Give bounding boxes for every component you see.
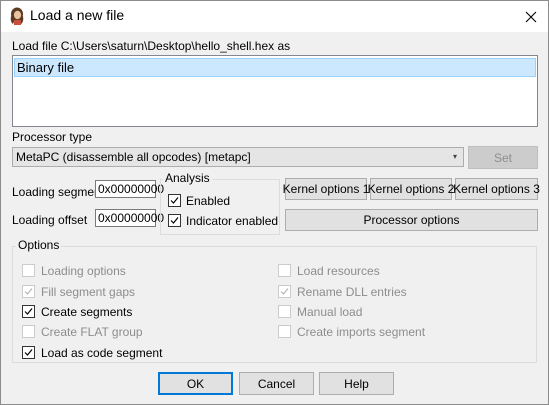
file-format-list[interactable]: Binary file: [12, 55, 538, 127]
loading-segment-label: Loading segment: [12, 185, 105, 199]
create-flat-group-checkbox[interactable]: [22, 325, 35, 338]
load-file-dialog: Load a new file Load file C:\Users\satur…: [0, 0, 549, 405]
cancel-button[interactable]: Cancel: [239, 372, 314, 395]
ok-button[interactable]: OK: [158, 372, 233, 395]
processor-type-value: MetaPC (disassemble all opcodes) [metapc…: [16, 150, 251, 164]
loading-offset-input[interactable]: 0x00000000: [95, 209, 164, 227]
close-icon: [525, 11, 536, 22]
load-as-code-segment-checkbox[interactable]: [22, 346, 35, 359]
kernel-options-1-button[interactable]: Kernel options 1: [283, 178, 369, 200]
checkmark-icon: [24, 349, 33, 356]
close-button[interactable]: [513, 1, 548, 32]
create-flat-group-label: Create FLAT group: [41, 325, 143, 339]
processor-type-select[interactable]: MetaPC (disassemble all opcodes) [metapc…: [12, 147, 464, 167]
list-item[interactable]: Binary file: [14, 58, 536, 77]
analysis-enabled-label: Enabled: [186, 194, 231, 208]
create-segments-checkbox[interactable]: [22, 305, 35, 318]
kernel-options-2-button[interactable]: Kernel options 2: [368, 178, 454, 200]
indicator-enabled-checkbox[interactable]: [168, 214, 181, 227]
set-button[interactable]: Set: [468, 146, 538, 169]
checkmark-icon: [280, 288, 289, 295]
rename-dll-entries-label: Rename DLL entries: [297, 285, 407, 299]
manual-load-label: Manual load: [297, 305, 363, 319]
checkmark-icon: [170, 197, 179, 204]
rename-dll-entries-checkbox[interactable]: [278, 285, 291, 298]
fill-segment-gaps-checkbox[interactable]: [22, 285, 35, 298]
fill-segment-gaps-label: Fill segment gaps: [41, 285, 136, 299]
manual-load-checkbox[interactable]: [278, 305, 291, 318]
loading-options-label: Loading options: [41, 264, 126, 278]
indicator-enabled-label: Indicator enabled: [186, 214, 279, 228]
checkmark-icon: [170, 217, 179, 224]
loading-offset-label: Loading offset: [12, 213, 88, 227]
create-segments-label: Create segments: [41, 305, 133, 319]
load-as-code-segment-label: Load as code segment: [41, 346, 163, 360]
load-file-label: Load file C:\Users\saturn\Desktop\hello_…: [12, 39, 291, 53]
checkmark-icon: [24, 308, 33, 315]
processor-options-button[interactable]: Processor options: [285, 209, 538, 231]
checkmark-icon: [24, 288, 33, 295]
app-icon: [9, 7, 25, 25]
load-resources-label: Load resources: [297, 264, 380, 278]
help-button[interactable]: Help: [319, 372, 394, 395]
create-imports-segment-checkbox[interactable]: [278, 325, 291, 338]
create-imports-segment-label: Create imports segment: [297, 325, 426, 339]
loading-options-checkbox[interactable]: [22, 264, 35, 277]
processor-type-label: Processor type: [12, 130, 93, 144]
kernel-options-3-button[interactable]: Kernel options 3: [453, 178, 540, 200]
analysis-enabled-checkbox[interactable]: [168, 194, 181, 207]
window-title: Load a new file: [30, 7, 125, 23]
options-group-title: Options: [16, 238, 62, 252]
title-bar: Load a new file: [1, 1, 548, 32]
analysis-group-title: Analysis: [163, 171, 212, 185]
load-resources-checkbox[interactable]: [278, 264, 291, 277]
loading-segment-input[interactable]: 0x00000000: [95, 180, 164, 198]
dropdown-arrow-icon: ▾: [452, 152, 457, 161]
